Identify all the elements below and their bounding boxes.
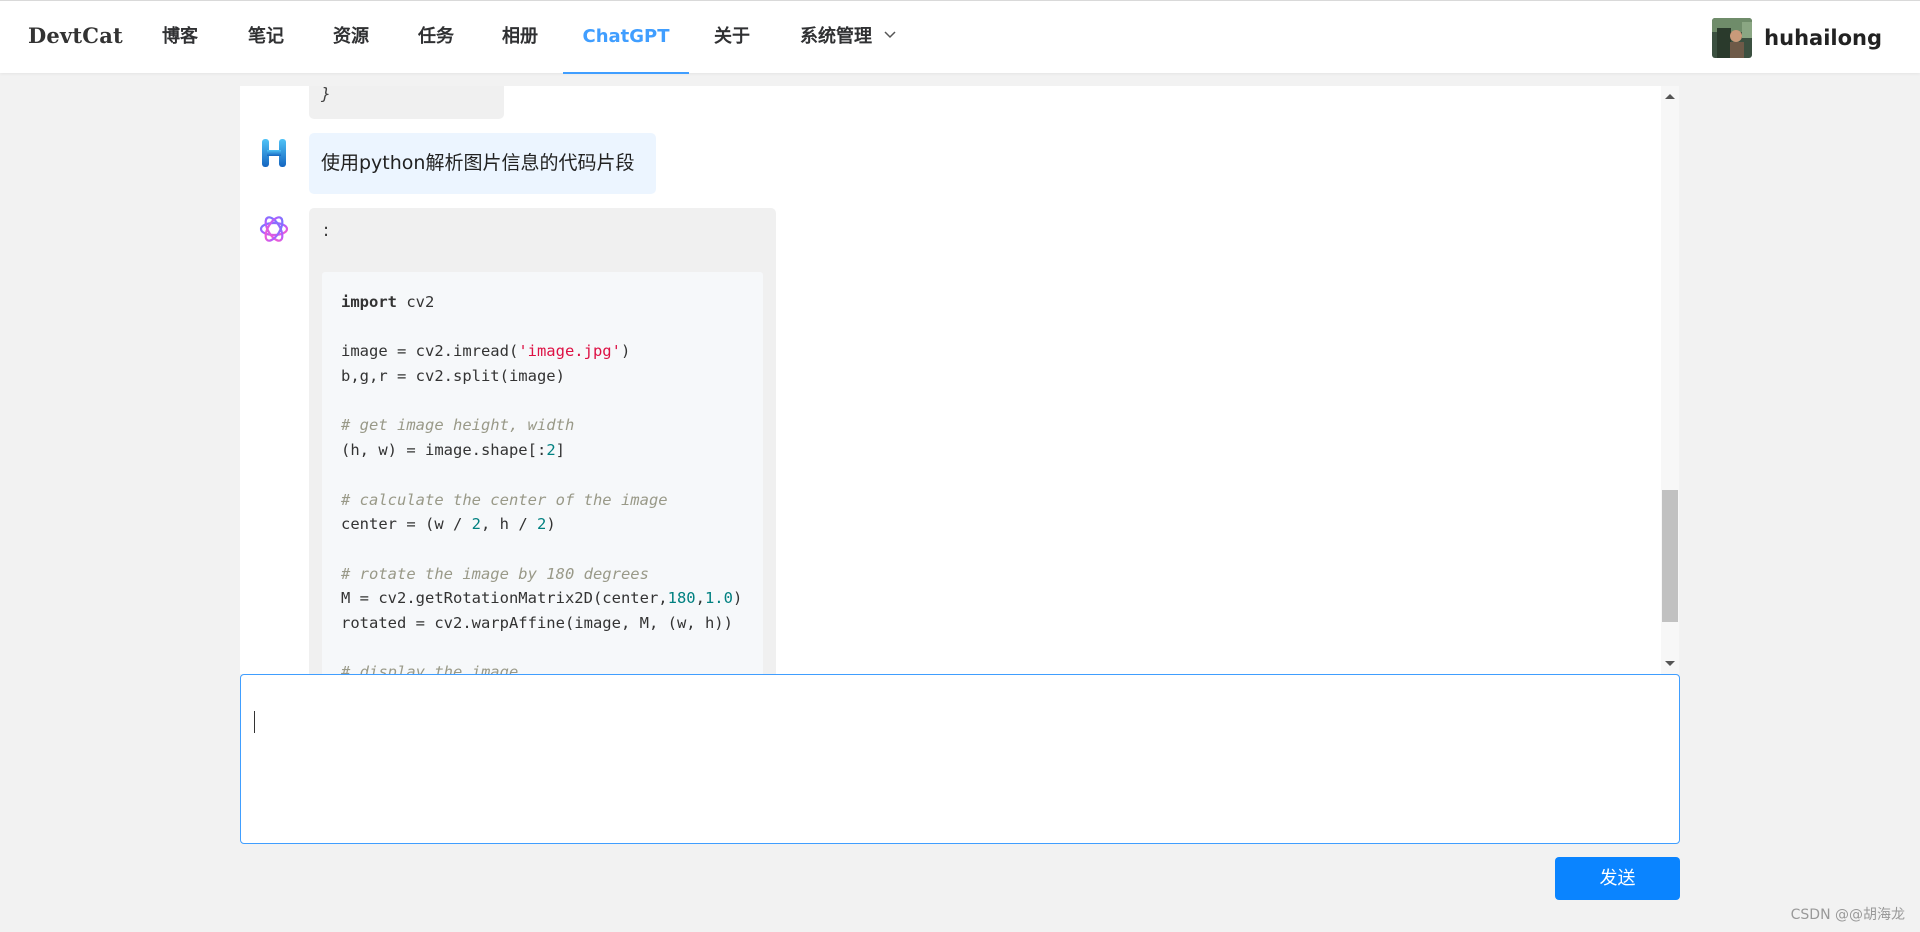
code-line: (h, w) = image.shape[:2] [341, 438, 763, 463]
site-logo[interactable]: DevtCat [28, 23, 123, 48]
chat-history[interactable]: } 使用python解析图片信息的代码片段: import cv2 image… [240, 86, 1661, 674]
nav-item-chatgpt[interactable]: ChatGPT [563, 1, 689, 74]
code-line: import cv2 [341, 290, 763, 315]
csdn-watermark: CSDN @@胡海龙 [1790, 907, 1905, 923]
code-line: center = (w / 2, h / 2) [341, 512, 763, 537]
code-line: rotated = cv2.warpAffine(image, M, (w, h… [341, 611, 763, 636]
code-block: import cv2 image = cv2.imread('image.jpg'… [322, 272, 763, 674]
code-token: 2 [537, 515, 547, 534]
previous-bot-message: } [309, 86, 504, 119]
code-line: M = cv2.getRotationMatrix2D(center,180,1… [341, 586, 763, 611]
code-token: # get image height, width [341, 416, 575, 435]
scrollbar-thumb[interactable] [1662, 490, 1678, 622]
code-token: rotated = cv2.warpAffine(image, M, (w, h… [341, 613, 733, 632]
nav-item-system-admin[interactable]: 系统管理 [788, 1, 908, 74]
code-token: 2 [471, 515, 481, 534]
code-token: ) [546, 515, 556, 534]
code-token: ] [555, 441, 565, 460]
code-token: b,g,r = cv2.split(image) [341, 367, 565, 386]
nav-item-notes[interactable]: 笔记 [234, 1, 298, 74]
code-line: # display the image [341, 660, 763, 674]
bot-message-bubble: : import cv2 image = cv2.imread('image.jp… [309, 208, 776, 674]
nav-item-resources[interactable]: 资源 [319, 1, 383, 74]
code-token: image = cv2.imread( [341, 342, 519, 361]
chat-scrollbar[interactable] [1661, 86, 1679, 674]
code-line: image = cv2.imread('image.jpg') [341, 339, 763, 364]
code-token: 'image.jpg' [518, 342, 621, 361]
code-token: center = (w / [341, 515, 472, 534]
code-line: # rotate the image by 180 degrees [341, 562, 763, 587]
message-input[interactable] [240, 674, 1680, 844]
nav-item-album[interactable]: 相册 [488, 1, 552, 74]
top-navbar: DevtCat 博客 笔记 资源 任务 相册 ChatGPT 关于 系统管理 h… [0, 0, 1920, 74]
scroll-down-arrow-icon[interactable] [1665, 661, 1675, 666]
nav-item-tasks[interactable]: 任务 [404, 1, 468, 74]
code-line: # calculate the center of the image [341, 488, 763, 513]
code-token: 2 [546, 441, 556, 460]
code-line: b,g,r = cv2.split(image) [341, 364, 763, 389]
send-button[interactable]: 发送 [1555, 857, 1680, 900]
user-h-avatar-icon [257, 136, 291, 170]
bot-message-prefix: : [323, 220, 330, 241]
code-token: 1.0 [704, 589, 733, 608]
nav-item-system-admin-label: 系统管理 [800, 26, 872, 47]
code-token: # rotate the image by 180 degrees [341, 564, 649, 583]
code-token: , h / [481, 515, 537, 534]
code-token: 180 [667, 589, 696, 608]
user-avatar[interactable] [1712, 18, 1753, 58]
code-token: , [695, 589, 705, 608]
code-token: # calculate the center of the image [341, 490, 668, 509]
user-message-bubble: 使用python解析图片信息的代码片段 [309, 133, 656, 194]
code-token: # display the image [341, 663, 519, 674]
code-token: ) [732, 589, 743, 608]
code-token: ) [620, 342, 631, 361]
code-token: import [341, 293, 397, 311]
code-token: cv2 [397, 293, 435, 311]
code-token: M = cv2.getRotationMatrix2D(center, [341, 589, 668, 608]
nav-item-about[interactable]: 关于 [698, 1, 766, 74]
chevron-down-icon [884, 0, 896, 70]
nav-item-blog[interactable]: 博客 [148, 1, 212, 74]
previous-code-fragment: } [321, 86, 331, 103]
scroll-up-arrow-icon[interactable] [1665, 94, 1675, 99]
code-line: # get image height, width [341, 413, 763, 438]
text-caret [254, 711, 255, 733]
user-menu[interactable]: huhailong [1712, 18, 1882, 58]
code-token: (h, w) = image.shape[: [341, 441, 547, 460]
user-name[interactable]: huhailong [1764, 26, 1882, 50]
chatgpt-logo-icon [256, 211, 290, 245]
